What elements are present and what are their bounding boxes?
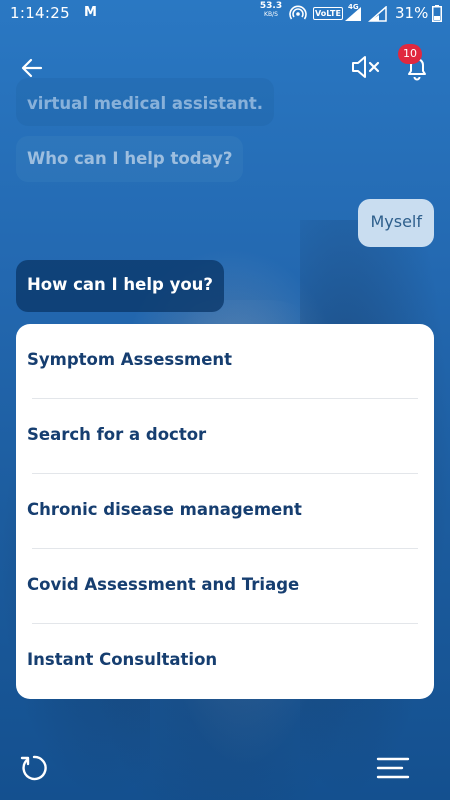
notification-count-badge: 10: [398, 44, 422, 64]
option-symptom-assessment[interactable]: Symptom Assessment: [16, 324, 434, 399]
network-speed: 53.3 KB/S: [258, 2, 284, 19]
signal-icon: [343, 6, 363, 26]
refresh-button[interactable]: [18, 752, 50, 784]
network-speed-value: 53.3: [259, 1, 283, 11]
battery-icon: [432, 5, 442, 26]
user-message: Myself: [358, 199, 434, 247]
option-covid-assessment[interactable]: Covid Assessment and Triage: [16, 549, 434, 624]
option-label: Instant Consultation: [27, 650, 218, 669]
hotspot-icon: [289, 5, 307, 25]
option-label: Covid Assessment and Triage: [27, 575, 300, 594]
status-bar: 1:14:25 M 53.3 KB/S VoLTE 4G 31%: [0, 0, 450, 28]
option-search-doctor[interactable]: Search for a doctor: [16, 399, 434, 474]
bot-message: Who can I help today?: [16, 136, 244, 182]
option-label: Chronic disease management: [27, 500, 302, 519]
bot-message: How can I help you?: [16, 260, 224, 312]
options-card: Symptom Assessment Search for a doctor C…: [16, 324, 434, 699]
option-label: Symptom Assessment: [27, 350, 233, 369]
bot-message: virtual medical assistant.: [16, 78, 275, 126]
option-label: Search for a doctor: [27, 425, 207, 444]
option-chronic-disease[interactable]: Chronic disease management: [16, 474, 434, 549]
menu-button[interactable]: [376, 756, 410, 780]
carrier-logo: M: [84, 5, 97, 20]
refresh-icon: [20, 755, 47, 781]
volte-badge: VoLTE: [313, 7, 343, 20]
speaker-muted-icon: [352, 56, 380, 78]
option-instant-consultation[interactable]: Instant Consultation: [16, 624, 434, 699]
battery-percent: 31%: [395, 4, 429, 22]
signal-icon-2: [368, 5, 388, 26]
hamburger-menu-icon: [376, 757, 410, 779]
network-speed-unit: KB/S: [264, 11, 278, 18]
status-time: 1:14:25: [10, 4, 70, 22]
mute-button[interactable]: [350, 52, 382, 82]
